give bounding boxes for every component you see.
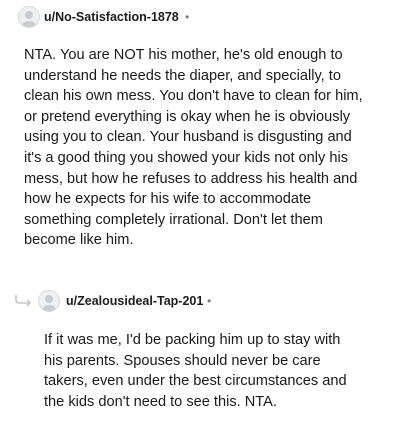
meta-separator: • [207, 294, 212, 308]
comment-line: something completely irrational. Don't l… [24, 211, 323, 228]
comment-line: the kids don't need to see this. NTA. [44, 393, 277, 410]
comment-line: become like him. [24, 232, 134, 249]
comment-line: mess, but how he refuses to address his … [24, 170, 358, 187]
comment-line: NTA. You are NOT his mother, he's old en… [24, 47, 343, 63]
comment-body: If it was me, I'd be packing him up to s… [44, 330, 347, 412]
comment-line: understand he needs the diaper, and spec… [24, 67, 341, 84]
comment-body: NTA. You are NOT his mother, he's old en… [24, 45, 363, 251]
comment-line: his parents. Spouses should never be car… [44, 352, 321, 369]
comment-line: If it was me, I'd be packing him up to s… [44, 332, 341, 348]
comment-line: or pretend everything is okay when he is… [24, 108, 351, 125]
user-avatar-icon[interactable] [18, 6, 40, 28]
meta-separator: • [185, 10, 190, 24]
comment-line: using you to clean. Your husband is disg… [24, 129, 352, 146]
comment-line: takers, even under the best circumstance… [44, 373, 347, 390]
comment-author[interactable]: u/Zealousideal-Tap-201 [66, 294, 203, 308]
comment-line: clean his own mess. You don't have to cl… [24, 88, 363, 105]
user-avatar-icon[interactable] [38, 290, 60, 312]
comment-line: it's a good thing you showed your kids n… [24, 149, 349, 166]
reply-arrow-icon [15, 295, 32, 307]
comment-author[interactable]: u/No-Satisfaction-1878 [44, 10, 179, 24]
comment-line: how he expects for his wife to accommoda… [24, 191, 312, 208]
